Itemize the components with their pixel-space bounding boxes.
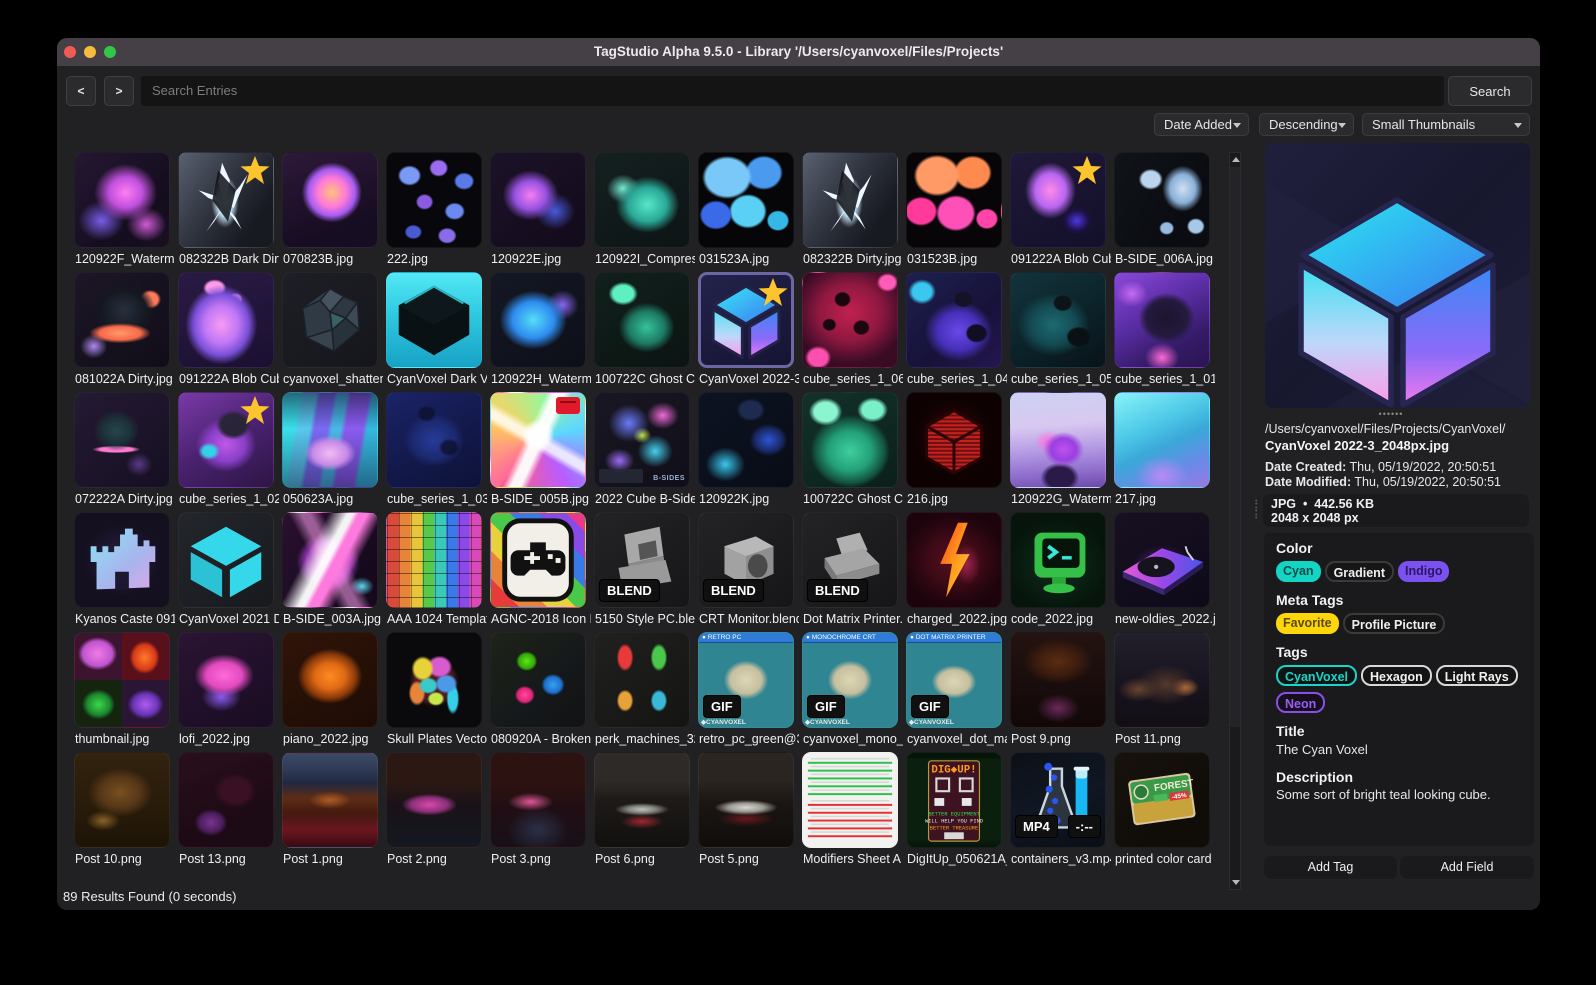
- svg-text:BETTER TREASURE: BETTER TREASURE: [930, 825, 978, 831]
- svg-text:DIG◆UP!: DIG◆UP!: [931, 765, 976, 777]
- svg-text:WILL HELP YOU FIND: WILL HELP YOU FIND: [925, 819, 983, 825]
- svg-text:BETTER EQUIPMENT: BETTER EQUIPMENT: [928, 812, 980, 818]
